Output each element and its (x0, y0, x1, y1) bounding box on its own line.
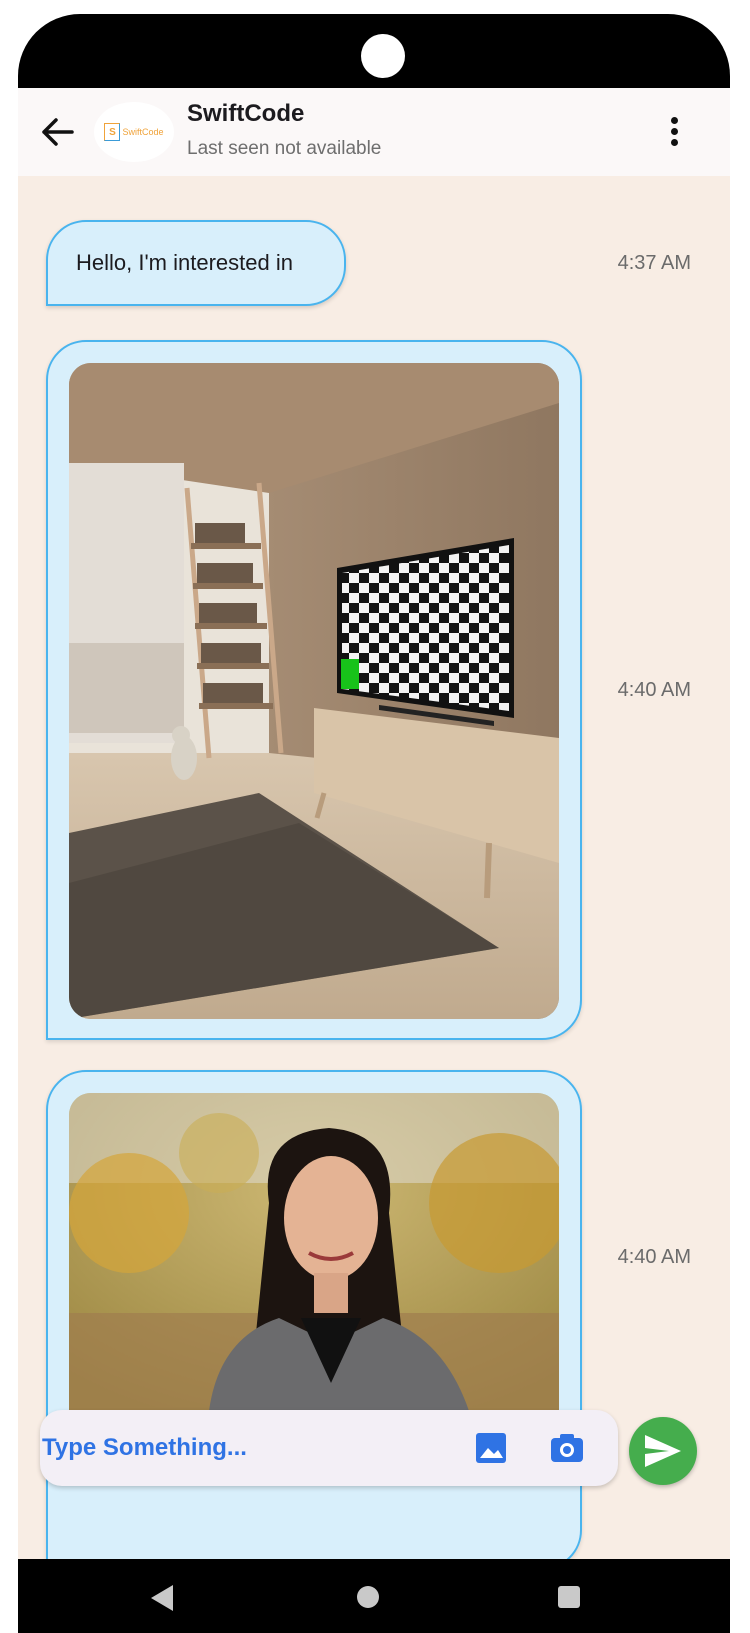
chat-screen: S SwiftCode SwiftCode Last seen not avai… (18, 88, 730, 1559)
last-seen-status: Last seen not available (187, 138, 382, 159)
message-time: 4:40 AM (617, 1246, 691, 1268)
message-time: 4:37 AM (617, 252, 691, 274)
message-text: Hello, I'm interested in (76, 250, 293, 275)
avatar[interactable]: S SwiftCode (94, 102, 174, 162)
message-bubble-text[interactable]: Hello, I'm interested in (46, 220, 346, 306)
message-input-placeholder[interactable]: Type Something... (42, 1434, 247, 1462)
image-icon[interactable] (475, 1432, 507, 1464)
message-bubble-image[interactable] (46, 340, 582, 1040)
phone-frame: S SwiftCode SwiftCode Last seen not avai… (18, 14, 730, 1633)
front-camera-cutout (361, 34, 405, 78)
send-button[interactable] (629, 1417, 697, 1485)
home-circle-icon[interactable] (357, 1586, 379, 1608)
logo-text: SwiftCode (122, 127, 164, 137)
camera-icon[interactable] (550, 1432, 584, 1464)
recents-square-icon[interactable] (558, 1586, 580, 1608)
system-navigation-bar (18, 1559, 730, 1633)
app-bar: S SwiftCode SwiftCode Last seen not avai… (18, 88, 730, 176)
woman-portrait-photo[interactable] (69, 1093, 559, 1411)
message-input-bar[interactable]: Type Something... (40, 1410, 618, 1486)
arrow-left-icon[interactable] (40, 116, 76, 148)
message-time: 4:40 AM (617, 679, 691, 701)
back-triangle-icon[interactable] (151, 1585, 173, 1611)
contact-name[interactable]: SwiftCode (187, 100, 304, 128)
living-room-with-tv-photo[interactable] (69, 363, 559, 1019)
send-icon (645, 1435, 681, 1467)
more-vertical-icon[interactable] (662, 114, 686, 150)
logo-letter: S (104, 123, 121, 141)
